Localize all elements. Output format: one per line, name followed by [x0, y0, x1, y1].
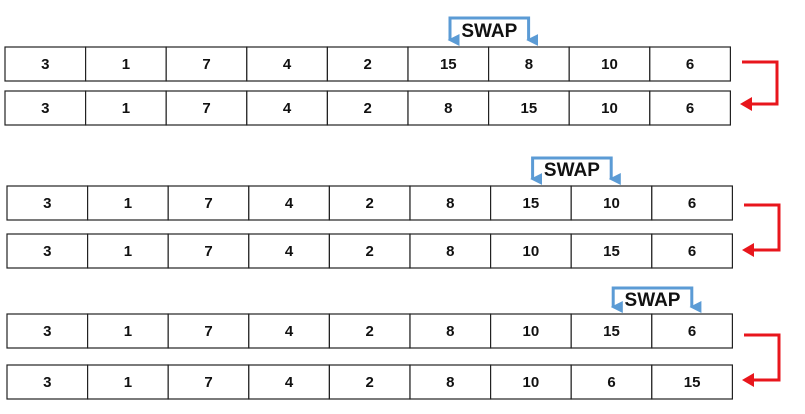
cell-value: 3 — [41, 56, 49, 73]
cell-value: 4 — [285, 195, 294, 212]
cell-value: 7 — [204, 374, 212, 391]
cell-value: 1 — [124, 195, 132, 212]
cell-value: 2 — [366, 323, 374, 340]
cell-value: 7 — [202, 56, 210, 73]
cell-value: 2 — [366, 195, 374, 212]
cell-value: 6 — [688, 323, 696, 340]
cell-value: 15 — [523, 195, 540, 212]
cell-value: 8 — [525, 56, 533, 73]
cell-value: 7 — [204, 195, 212, 212]
cell-value: 3 — [43, 323, 51, 340]
cell-value: 4 — [283, 100, 292, 117]
cell-value: 6 — [688, 243, 696, 260]
swap-step-3: 3 1 7 4 2 8 10 15 6 3 1 7 4 2 8 10 6 15 SWAP — [6, 286, 781, 400]
cell-value: 2 — [366, 374, 374, 391]
cell-value: 15 — [603, 323, 620, 340]
cell-value: 15 — [521, 100, 538, 117]
array-row-before: 3 1 7 4 2 8 10 15 6 — [6, 313, 733, 349]
cell-value: 4 — [283, 56, 292, 73]
cell-value: 6 — [607, 374, 615, 391]
swap-step-1: 3 1 7 4 2 15 8 10 6 3 1 7 4 2 8 15 10 6 SWAP — [4, 16, 779, 126]
cell-value: 15 — [603, 243, 620, 260]
cell-value: 7 — [202, 100, 210, 117]
cell-value: 8 — [446, 323, 454, 340]
cell-value: 10 — [523, 374, 540, 391]
array-row-after: 3 1 7 4 2 8 10 15 6 — [6, 233, 733, 269]
cell-value: 15 — [684, 374, 701, 391]
cell-value: 2 — [366, 243, 374, 260]
transition-arrow-icon — [742, 203, 781, 257]
cell-value: 8 — [446, 243, 454, 260]
cell-value: 1 — [124, 374, 132, 391]
cell-value: 7 — [204, 323, 212, 340]
cell-value: 1 — [124, 323, 132, 340]
swap-step-2: 3 1 7 4 2 8 15 10 6 3 1 7 4 2 8 10 15 6 SWAP — [6, 156, 781, 269]
array-row-before: 3 1 7 4 2 8 15 10 6 — [6, 185, 733, 221]
swap-label: SWAP — [544, 160, 600, 181]
cell-value: 6 — [688, 195, 696, 212]
cell-value: 10 — [603, 195, 620, 212]
transition-arrow-icon — [740, 60, 779, 111]
cell-value: 3 — [43, 374, 51, 391]
cell-value: 15 — [440, 56, 457, 73]
cell-value: 1 — [124, 243, 132, 260]
cell-value: 7 — [204, 243, 212, 260]
transition-arrow-icon — [742, 333, 781, 387]
cell-value: 10 — [523, 243, 540, 260]
swap-label: SWAP — [461, 21, 517, 42]
cell-value: 2 — [364, 100, 372, 117]
bubble-sort-swap-diagram: 3 1 7 4 2 15 8 10 6 3 1 7 4 2 8 15 10 6 SWAP 3 1 7 4 2 8 15 10 6 3 1 7… — [4, 16, 781, 400]
cell-value: 3 — [43, 195, 51, 212]
cell-value: 4 — [285, 374, 294, 391]
cell-value: 4 — [285, 323, 294, 340]
array-row-before: 3 1 7 4 2 15 8 10 6 — [4, 46, 731, 82]
cell-value: 1 — [122, 100, 130, 117]
cell-value: 10 — [601, 56, 618, 73]
array-row-after: 3 1 7 4 2 8 15 10 6 — [4, 90, 731, 126]
cell-value: 4 — [285, 243, 294, 260]
cell-value: 3 — [41, 100, 49, 117]
cell-value: 6 — [686, 100, 694, 117]
cell-value: 8 — [444, 100, 452, 117]
cell-value: 10 — [601, 100, 618, 117]
cell-value: 8 — [446, 195, 454, 212]
cell-value: 6 — [686, 56, 694, 73]
swap-label: SWAP — [625, 290, 681, 311]
array-row-after: 3 1 7 4 2 8 10 6 15 — [6, 364, 733, 400]
cell-value: 1 — [122, 56, 130, 73]
cell-value: 10 — [523, 323, 540, 340]
cell-value: 3 — [43, 243, 51, 260]
cell-value: 8 — [446, 374, 454, 391]
cell-value: 2 — [364, 56, 372, 73]
